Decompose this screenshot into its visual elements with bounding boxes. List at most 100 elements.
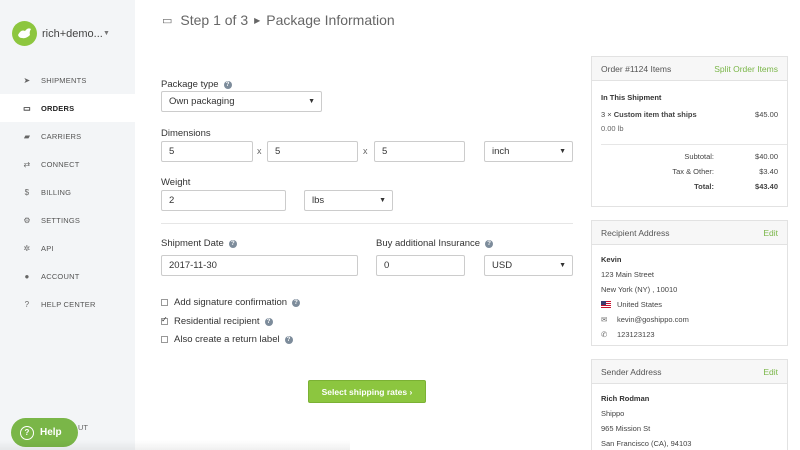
page-title: ▭ Step 1 of 3 ▶ Package Information (162, 12, 395, 28)
edit-sender-link[interactable]: Edit (763, 367, 778, 377)
caret-down-icon: ▼ (308, 98, 315, 105)
insurance-currency-value: USD (492, 260, 513, 271)
insurance-label: Buy additional Insurance? (376, 238, 494, 249)
recipient-email: ✉ kevin@goshippo.com (601, 315, 778, 324)
help-tooltip-icon[interactable]: ? (485, 240, 494, 248)
sender-address-panel: Sender Address Edit Rich Rodman Shippo 9… (591, 359, 788, 450)
subtotal-label: Subtotal: (684, 152, 714, 161)
residential-recipient-checkbox[interactable] (161, 315, 168, 325)
select-shipping-rates-button[interactable]: Select shipping rates › (308, 380, 426, 403)
help-tooltip-icon[interactable]: ? (292, 298, 301, 307)
shippo-logo-icon[interactable] (12, 21, 37, 46)
shipment-date-label-text: Shipment Date (161, 238, 224, 249)
question-icon: ? (20, 425, 34, 440)
package-type-select[interactable]: Own packaging ▼ (161, 91, 322, 112)
dimension-unit-select[interactable]: inch ▼ (484, 141, 573, 162)
help-button-label: Help (40, 427, 62, 438)
weight-input[interactable]: 2 (161, 190, 286, 211)
inbox-tray-icon: ▭ (162, 14, 173, 27)
panel-title: Order #1124 Items (601, 63, 672, 74)
help-tooltip-icon[interactable]: ? (228, 240, 237, 248)
item-weight: 0.00 lb (601, 124, 624, 133)
sidebar-item-label: ORDERS (41, 103, 75, 113)
gear-icon: ⚙ (23, 215, 31, 225)
subtotal-value: $40.00 (755, 152, 778, 161)
sidebar-item-settings[interactable]: ⚙ SETTINGS (0, 206, 135, 234)
cogs-icon: ✲ (23, 243, 31, 253)
item-name: Custom item that ships (613, 110, 697, 119)
tax-label: Tax & Other: (672, 167, 714, 176)
sidebar-item-shipments[interactable]: ➤ SHIPMENTS (0, 66, 135, 94)
signature-confirmation-checkbox[interactable] (161, 299, 168, 306)
tax-value: $3.40 (759, 167, 778, 176)
section-divider (161, 223, 573, 224)
account-switcher[interactable]: rich+demo... (42, 28, 103, 40)
list-item: 3 × Custom item that ships $45.00 (601, 110, 778, 119)
sidebar-item-api[interactable]: ✲ API (0, 234, 135, 262)
caret-down-icon: ▼ (379, 197, 386, 204)
package-type-label: Package type? (161, 79, 232, 90)
shipment-date-input[interactable]: 2017-11-30 (161, 255, 358, 276)
return-label-option[interactable]: Also create a return label ? (161, 334, 293, 345)
sidebar-item-label: SETTINGS (41, 215, 81, 225)
sidebar-item-help-center[interactable]: ? HELP CENTER (0, 290, 135, 318)
item-description: 3 × Custom item that ships (601, 110, 697, 119)
country-text: United States (617, 300, 663, 309)
exchange-arrows-icon: ⇄ (23, 159, 31, 169)
caret-down-icon: ▼ (559, 262, 566, 269)
sender-company: Shippo (601, 409, 625, 418)
sidebar-item-carriers[interactable]: ▰ CARRIERS (0, 122, 135, 150)
residential-recipient-option[interactable]: Residential recipient ? (161, 315, 273, 327)
paper-plane-icon: ➤ (23, 75, 31, 85)
question-circle-icon: ? (24, 299, 30, 309)
help-tooltip-icon[interactable]: ? (284, 335, 293, 344)
recipient-street: 123 Main Street (601, 270, 654, 279)
dimension-length-input[interactable]: 5 (161, 141, 253, 162)
sender-city: San Francisco (CA), 94103 (601, 439, 692, 448)
recipient-name: Kevin (601, 255, 622, 264)
weight-unit-value: lbs (312, 195, 325, 206)
help-tooltip-icon[interactable]: ? (223, 81, 232, 89)
checkbox-label: Add signature confirmation (174, 297, 288, 308)
caret-down-icon[interactable]: ▼ (103, 30, 110, 37)
signature-confirmation-option[interactable]: Add signature confirmation ? (161, 297, 301, 308)
help-tooltip-icon[interactable]: ? (264, 317, 273, 326)
item-quantity: 3 × (601, 110, 612, 119)
caret-right-icon: ▶ (254, 15, 261, 25)
phone-text: 123123123 (617, 330, 655, 339)
panel-title: Sender Address (601, 366, 662, 377)
recipient-address-panel: Recipient Address Edit Kevin 123 Main St… (591, 220, 788, 346)
panel-body: In This Shipment 3 × Custom item that sh… (592, 93, 787, 191)
truck-icon: ▰ (23, 131, 31, 141)
item-price: $45.00 (755, 110, 778, 119)
user-icon: ● (24, 271, 30, 281)
dimension-height-input[interactable]: 5 (374, 141, 465, 162)
sidebar: rich+demo... ▼ ➤ SHIPMENTS ▭ ORDERS ▰ CA… (0, 0, 135, 450)
sidebar-item-account[interactable]: ● ACCOUNT (0, 262, 135, 290)
edit-recipient-link[interactable]: Edit (763, 228, 778, 238)
logout-link[interactable]: UT (78, 423, 88, 432)
weight-unit-select[interactable]: lbs ▼ (304, 190, 393, 211)
sidebar-item-billing[interactable]: $ BILLING (0, 178, 135, 206)
page-heading: Package Information (266, 12, 395, 28)
insurance-amount-input[interactable]: 0 (376, 255, 465, 276)
insurance-currency-select[interactable]: USD ▼ (484, 255, 573, 276)
sidebar-item-connect[interactable]: ⇄ CONNECT (0, 150, 135, 178)
us-flag-icon (601, 301, 611, 308)
phone-icon: ✆ (601, 330, 608, 339)
sidebar-item-orders[interactable]: ▭ ORDERS (0, 94, 135, 122)
dimension-width-input[interactable]: 5 (267, 141, 358, 162)
order-items-panel: Order #1124 Items Split Order Items In T… (591, 56, 788, 207)
weight-label: Weight (161, 177, 191, 188)
recipient-country: United States (601, 300, 778, 309)
times-separator: x (363, 146, 368, 156)
return-label-checkbox[interactable] (161, 336, 168, 343)
sidebar-nav: ➤ SHIPMENTS ▭ ORDERS ▰ CARRIERS ⇄ CONNEC… (0, 66, 135, 318)
panel-body: Rich Rodman Shippo 965 Mission St San Fr… (592, 394, 787, 448)
split-order-items-link[interactable]: Split Order Items (714, 64, 778, 74)
panel-header: Recipient Address Edit (592, 221, 787, 245)
divider (601, 144, 787, 145)
dimension-unit-value: inch (492, 146, 510, 157)
dollar-icon: $ (24, 187, 30, 197)
total-value: $43.40 (755, 182, 778, 191)
